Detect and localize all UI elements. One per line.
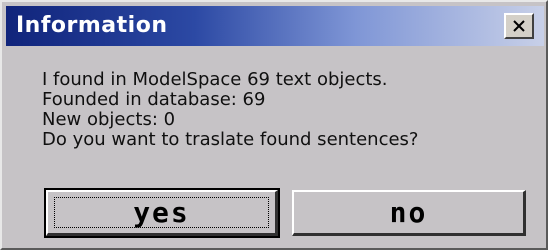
no-button[interactable]: no: [292, 190, 526, 236]
message-line: New objects: 0: [42, 109, 176, 130]
message-line: I found in ModelSpace 69 text objects.: [42, 69, 388, 90]
close-icon: [513, 20, 525, 32]
no-button-label: no: [389, 196, 428, 229]
message-line: Founded in database: 69: [42, 89, 266, 110]
message-text: I found in ModelSpace 69 text objects. F…: [42, 70, 419, 150]
information-dialog: Information I found in ModelSpace 69 tex…: [0, 0, 548, 250]
close-button[interactable]: [504, 13, 534, 39]
dialog-title: Information: [16, 13, 168, 38]
title-bar[interactable]: Information: [6, 6, 544, 46]
yes-button[interactable]: yes: [44, 188, 280, 238]
yes-button-label: yes: [133, 196, 190, 229]
message-line: Do you want to traslate found sentences?: [42, 129, 419, 150]
